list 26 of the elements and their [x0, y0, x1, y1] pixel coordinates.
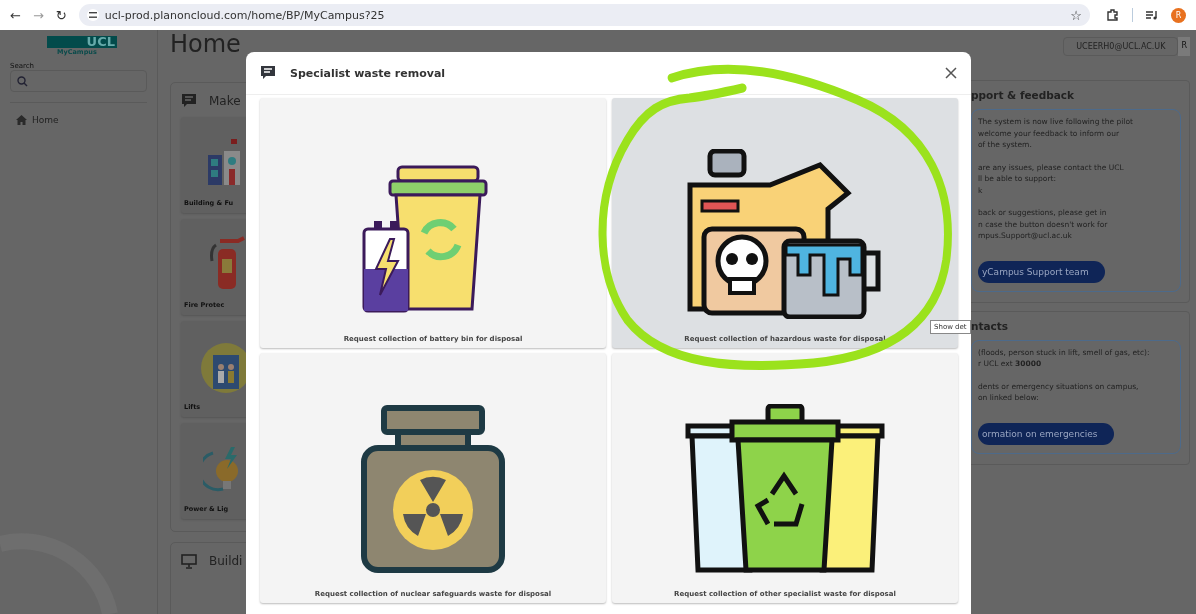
- monitor-icon: [181, 553, 197, 569]
- url-text: ucl-prod.planoncloud.com/home/BP/MyCampus?25: [104, 8, 386, 22]
- emergencies-button[interactable]: ormation on emergencies: [978, 422, 1114, 445]
- user-initials-button[interactable]: R: [1178, 36, 1190, 56]
- support-team-button[interactable]: yCampus Support team: [978, 260, 1105, 283]
- card-title: pport & feedback: [971, 89, 1076, 101]
- ucl-logo: UCL: [47, 36, 117, 48]
- address-bar[interactable]: ucl-prod.planoncloud.com/home/BP/MyCampus?25 ☆: [78, 4, 1090, 26]
- card-title: ntacts: [971, 319, 1010, 332]
- modal-title: Specialist waste removal: [290, 66, 447, 80]
- radioactive-container-icon: [358, 404, 508, 574]
- chat-icon: [260, 65, 276, 81]
- bookmark-star-icon[interactable]: ☆: [1070, 7, 1082, 23]
- site-settings-icon[interactable]: [86, 9, 99, 21]
- reload-icon[interactable]: ↻: [55, 7, 67, 23]
- search-icon: [17, 75, 28, 87]
- extensions-icon[interactable]: [1106, 8, 1120, 22]
- back-icon[interactable]: ←: [10, 7, 21, 23]
- home-icon: [16, 115, 27, 125]
- media-icon[interactable]: [1145, 9, 1159, 21]
- search-field[interactable]: [10, 70, 147, 92]
- section-title: Make: [209, 94, 241, 108]
- close-icon[interactable]: [945, 67, 957, 79]
- section-title: Buildi: [209, 554, 243, 568]
- page-title: Home: [170, 30, 241, 58]
- chat-icon: [181, 93, 197, 109]
